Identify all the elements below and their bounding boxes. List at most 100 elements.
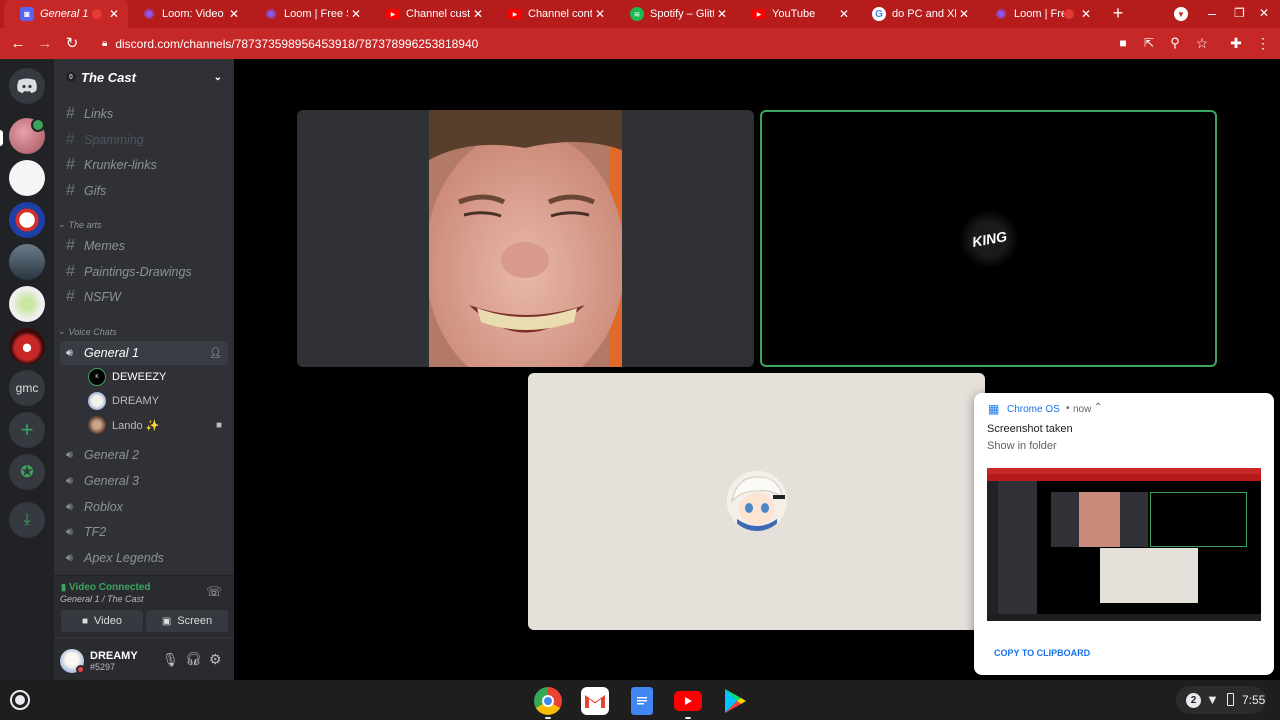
back-button[interactable]: ← (7, 32, 29, 54)
tab-loom-video[interactable]: ✺ Loom: Video M ✕ (126, 0, 248, 28)
tab-general-1[interactable]: ◙ General 1 ✕ (4, 0, 128, 28)
menu-icon[interactable]: ⋮ (1252, 32, 1274, 54)
share-icon[interactable]: ⇱ (1138, 32, 1160, 54)
tab-channel-custom[interactable]: ▶ Channel custor ✕ (370, 0, 492, 28)
close-icon[interactable]: ✕ (714, 7, 730, 21)
tab-spotify[interactable]: ≋ Spotify – Glitte ✕ (614, 0, 736, 28)
forward-button[interactable]: → (34, 32, 56, 54)
tab-loom-recording[interactable]: ✺ Loom | Fre ✕ (978, 0, 1100, 28)
notification-time: now (1073, 404, 1092, 415)
video-tile-speaking[interactable]: KING (760, 110, 1217, 367)
minimize-icon[interactable]: – (1208, 5, 1216, 21)
voice-user-deweezy[interactable]: K DEWEEZY (88, 366, 228, 388)
notification-count-badge[interactable]: 2 (1186, 693, 1201, 708)
close-icon[interactable]: ✕ (836, 7, 852, 21)
chevron-up-icon[interactable]: ⌃ (1094, 402, 1102, 413)
tab-youtube[interactable]: ▶ YouTube ✕ (736, 0, 858, 28)
video-tile-camera[interactable] (297, 110, 754, 367)
close-icon[interactable]: ✕ (1078, 7, 1094, 21)
server-indicator (0, 130, 3, 146)
clock-time: 7:55 (1242, 693, 1266, 707)
channel-nsfw[interactable]: # NSFW (60, 285, 228, 309)
disconnect-icon[interactable]: ☏ (206, 584, 222, 600)
chrome-app-icon[interactable] (534, 687, 562, 715)
voice-channel-general-3[interactable]: 🔊︎ General 3 (60, 469, 228, 493)
video-tile-avatar[interactable] (528, 373, 985, 630)
voice-user-dreamy[interactable]: DREAMY (88, 390, 228, 412)
zoom-icon[interactable]: ⚲ (1164, 32, 1186, 54)
close-icon[interactable]: ✕ (106, 7, 122, 21)
thumb-tile-camera (1051, 492, 1148, 547)
voice-user-lando[interactable]: Lando ✨ ■ (88, 414, 228, 436)
tab-channel-content[interactable]: ▶ Channel conter ✕ (492, 0, 614, 28)
screen-share-button[interactable]: ▣ Screen (146, 610, 228, 632)
tab-strip: ◙ General 1 ✕ ✺ Loom: Video M ✕ ✺ Loom |… (0, 0, 1280, 28)
screenshot-notification[interactable]: ▦ Chrome OS • now ⌃ Screenshot taken Sho… (974, 393, 1274, 675)
channel-krunker-links[interactable]: # Krunker-links (60, 153, 228, 177)
voice-channel-general-1[interactable]: 🔊︎ General 1 👤︎ (60, 341, 228, 365)
headphones-icon[interactable]: 🎧︎ (185, 651, 202, 667)
tab-google-search[interactable]: G do PC and Xbo ✕ (856, 0, 978, 28)
server-avatar[interactable] (9, 328, 45, 364)
close-icon[interactable]: ✕ (956, 7, 972, 21)
voice-channel-apex-legends[interactable]: 🔊︎ Apex Legends (60, 546, 228, 570)
server-avatar[interactable] (9, 286, 45, 322)
tab-loom-free[interactable]: ✺ Loom | Free Sc ✕ (248, 0, 370, 28)
camera-in-use-icon[interactable]: ■ (1112, 32, 1134, 54)
play-store-app-icon[interactable] (721, 687, 749, 715)
invite-user-icon[interactable]: 👤︎ (209, 348, 222, 359)
extensions-icon[interactable]: ✚ (1225, 32, 1247, 54)
running-indicator (545, 717, 551, 719)
screenshot-thumbnail[interactable] (987, 468, 1261, 621)
close-icon[interactable]: ✕ (348, 7, 364, 21)
channel-spamming[interactable]: # Spamming (60, 128, 228, 152)
video-button[interactable]: ■ Video (61, 610, 143, 632)
reload-button[interactable]: ↻ (61, 32, 83, 54)
discord-home-icon[interactable] (9, 68, 45, 104)
category-the-arts[interactable]: ⌄ The arts (58, 219, 102, 230)
chevron-down-icon: ⌄ (213, 71, 222, 83)
server-avatar[interactable] (9, 244, 45, 280)
gmail-app-icon[interactable] (581, 687, 609, 715)
close-window-icon[interactable]: ✕ (1259, 6, 1269, 20)
bookmark-star-icon[interactable]: ☆ (1191, 32, 1213, 54)
voice-channel-roblox[interactable]: 🔊︎ Roblox (60, 495, 228, 519)
restore-icon[interactable]: ❐ (1234, 6, 1245, 20)
voice-channel-general-2[interactable]: 🔊︎ General 2 (60, 443, 228, 467)
youtube-app-icon[interactable] (674, 691, 702, 711)
close-icon[interactable]: ✕ (226, 7, 242, 21)
screen-button-label: Screen (177, 615, 213, 627)
close-icon[interactable]: ✕ (592, 7, 608, 21)
show-in-folder-link[interactable]: Show in folder (987, 440, 1057, 452)
guild-header[interactable]: 0 The Cast ⌄ (54, 59, 234, 95)
channel-label: Apex Legends (84, 551, 164, 565)
launcher-button[interactable] (10, 690, 30, 710)
channel-links[interactable]: # Links (60, 102, 228, 126)
category-voice-chats[interactable]: ⌄ Voice Chats (58, 326, 117, 337)
address-bar[interactable]: 🔒︎ discord.com/channels/7873735989564539… (92, 31, 1222, 56)
microphone-icon[interactable]: 🎙︎ (162, 652, 179, 668)
tab-search-icon[interactable]: ▼ (1174, 7, 1188, 21)
close-icon[interactable]: ✕ (470, 7, 486, 21)
hash-icon: # (66, 156, 75, 173)
copy-to-clipboard-button[interactable]: COPY TO CLIPBOARD (994, 648, 1090, 658)
server-avatar-text[interactable]: gmc (9, 370, 45, 406)
avatar (88, 416, 106, 434)
server-avatar[interactable] (9, 202, 45, 238)
add-server-icon[interactable]: + (9, 412, 45, 448)
connection-location[interactable]: General 1 / The Cast (60, 594, 144, 604)
user-panel: DREAMY #5297 🎙︎ 🎧︎ ⚙ (54, 639, 234, 680)
voice-channel-tf2[interactable]: 🔊︎ TF2 (60, 520, 228, 544)
google-docs-app-icon[interactable] (631, 687, 653, 715)
channel-gifs[interactable]: # Gifs (60, 179, 228, 203)
channel-paintings-drawings[interactable]: # Paintings-Drawings (60, 260, 228, 284)
explore-compass-icon[interactable]: ✪ (9, 454, 45, 490)
server-avatar[interactable] (9, 160, 45, 196)
channel-memes[interactable]: # Memes (60, 234, 228, 258)
new-tab-button[interactable]: + (1108, 3, 1128, 25)
chevron-down-icon: ⌄ (58, 326, 66, 336)
tab-title: Loom | Free Sc (284, 8, 348, 20)
channel-label: Paintings-Drawings (84, 265, 192, 279)
settings-gear-icon[interactable]: ⚙ (209, 651, 222, 668)
download-icon[interactable]: ⤓ (9, 502, 45, 538)
